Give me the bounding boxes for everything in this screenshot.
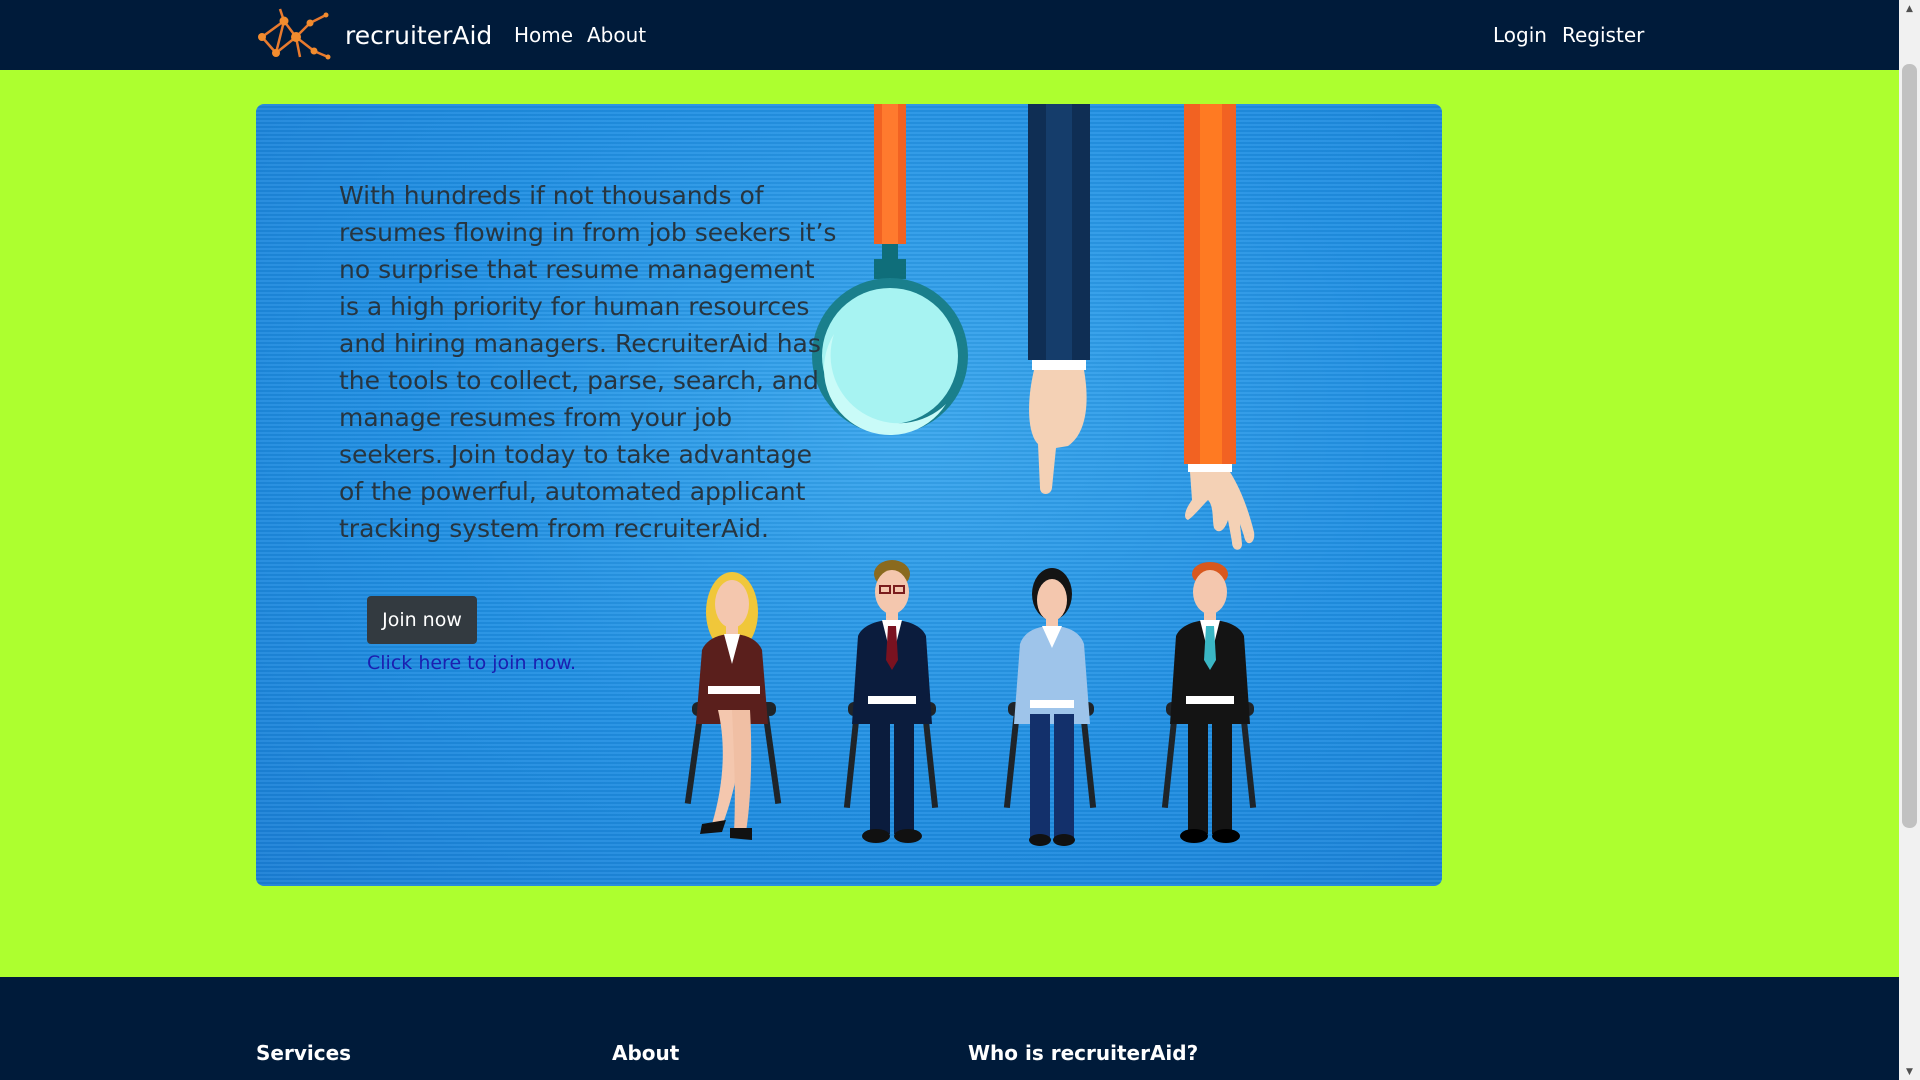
scroll-down-arrow-icon[interactable]: ▼	[1899, 1063, 1920, 1080]
candidate-man-black-suit	[1161, 562, 1257, 843]
scrollbar-thumb[interactable]	[1902, 64, 1917, 828]
pointing-hand	[1028, 104, 1090, 494]
brand[interactable]: recruiterAid	[254, 6, 492, 64]
footer: Services About Who is recruiterAid?	[0, 977, 1899, 1080]
hero-panel: With hundreds if not thousands of resume…	[256, 104, 1442, 886]
candidate-man-glasses-navy-suit	[843, 560, 939, 843]
network-logo-icon	[258, 8, 331, 60]
footer-heading-services: Services	[256, 1041, 352, 1065]
candidate-woman-light-blue-shirt	[1003, 568, 1097, 846]
nav-about-link[interactable]: About	[587, 23, 646, 47]
vertical-scrollbar[interactable]: ▲ ▼	[1899, 0, 1920, 1080]
hero-description: With hundreds if not thousands of resume…	[339, 181, 837, 543]
candidate-woman-brown-suit	[684, 572, 782, 840]
nav-register-link[interactable]: Register	[1562, 23, 1644, 47]
footer-heading-about: About	[612, 1041, 680, 1065]
footer-heading-who-is: Who is recruiterAid?	[968, 1041, 1199, 1065]
scroll-up-arrow-icon[interactable]: ▲	[1899, 0, 1920, 17]
join-now-link[interactable]: Click here to join now.	[367, 652, 576, 674]
nav-login-link[interactable]: Login	[1493, 23, 1547, 47]
nav-home-link[interactable]: Home	[514, 23, 573, 47]
navbar: recruiterAid Home About Login Register	[0, 0, 1899, 70]
join-now-button[interactable]: Join now	[367, 596, 477, 644]
brand-name[interactable]: recruiterAid	[345, 21, 492, 50]
reaching-hand	[1184, 104, 1255, 550]
